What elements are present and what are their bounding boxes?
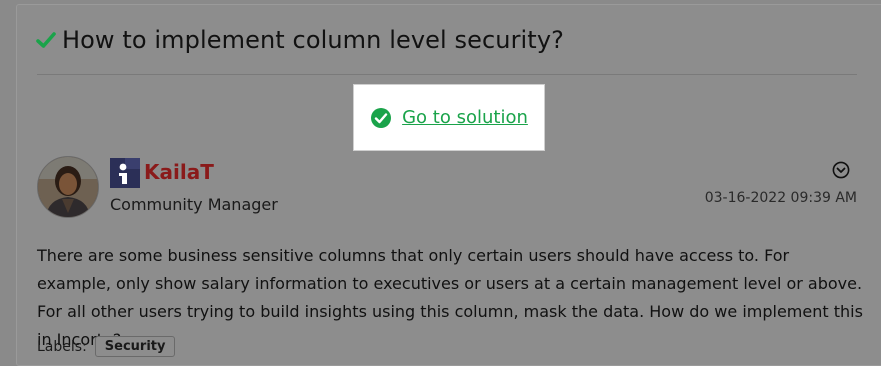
label-chip-security[interactable]: Security — [94, 336, 176, 357]
checkmark-icon — [36, 32, 56, 48]
community-rank-icon — [110, 158, 140, 188]
post-title: How to implement column level security? — [62, 26, 564, 54]
labels-row: Labels: Security — [37, 336, 176, 357]
go-to-solution-box[interactable]: Go to solution — [353, 84, 545, 151]
author-rank: Community Manager — [110, 195, 278, 214]
check-circle-icon — [371, 107, 392, 128]
author-avatar[interactable] — [37, 156, 99, 218]
go-to-solution-link[interactable]: Go to solution — [402, 107, 528, 128]
labels-caption: Labels: — [37, 338, 87, 355]
author-username[interactable]: KailaT — [144, 160, 214, 184]
post-title-row: How to implement column level security? — [36, 22, 564, 58]
title-divider — [37, 74, 857, 75]
avatar-photo — [38, 157, 98, 217]
chevron-down-circle-icon[interactable] — [832, 161, 850, 179]
post-datetime: 03-16-2022 09:39 AM — [704, 190, 857, 206]
